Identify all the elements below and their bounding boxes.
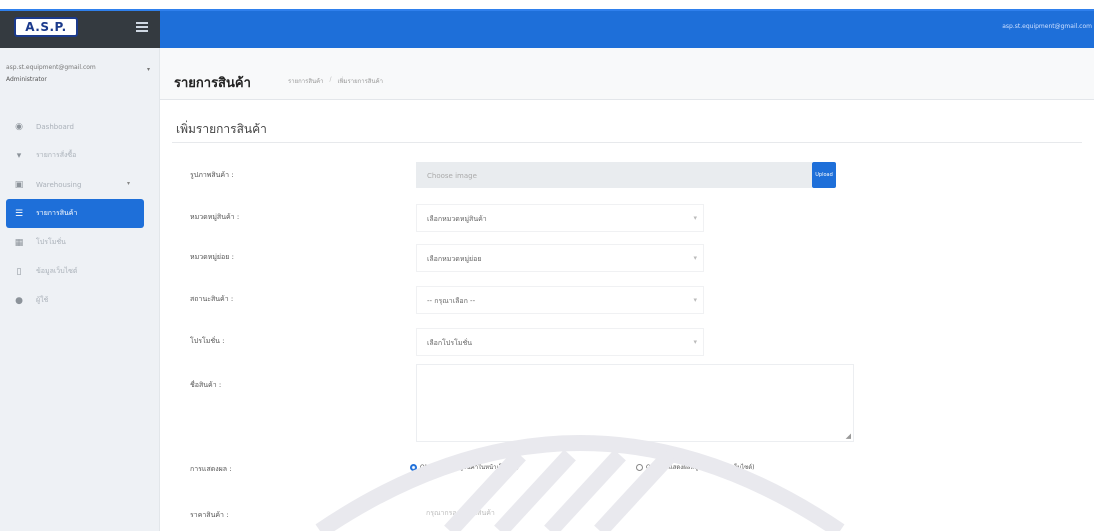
promo-label: โปรโมชั่น : (190, 337, 225, 345)
radio-checked-icon (410, 463, 417, 471)
display-on-label: ON (แสดงผลหมู่สินค้าในหน้าเว็บไซต์) (420, 464, 520, 471)
promo-value: เลือกโปรโมชั่น (427, 339, 472, 347)
chevron-down-icon: ▾ (693, 296, 697, 304)
chevron-down-icon: ▾ (693, 214, 697, 222)
radio-unchecked-icon (636, 463, 643, 471)
chevron-down-icon: ▾ (126, 180, 130, 187)
status-label: สถานะสินค้า : (190, 295, 234, 303)
promo-select[interactable]: เลือกโปรโมชั่น ▾ (416, 328, 704, 356)
list-icon: ☰ (14, 208, 24, 219)
sidebar-item-label: ผู้ใช้ (36, 296, 49, 304)
product-name-textarea[interactable]: ◢ (416, 364, 854, 442)
sidebar-item-label: รายการสินค้า (36, 209, 78, 217)
category-select[interactable]: เลือกหมวดหมู่สินค้า ▾ (416, 204, 704, 232)
card-divider (172, 142, 1082, 143)
upload-button[interactable]: Upload (812, 162, 836, 188)
sidebar-item-users[interactable]: ● ผู้ใช้ (0, 286, 160, 315)
sidebar-item-label: Dashboard (36, 122, 74, 131)
status-value: -- กรุณาเลือก -- (427, 297, 476, 305)
sidebar-item-website[interactable]: ▯ ข้อมูลเว็บไซต์ (0, 257, 160, 286)
user-panel[interactable]: asp.st.equipment@gmail.com Administrator… (6, 64, 154, 83)
status-select[interactable]: -- กรุณาเลือก -- ▾ (416, 286, 704, 314)
sidebar-user-role: Administrator (6, 76, 47, 83)
image-label: รูปภาพสินค้า : (190, 171, 234, 179)
resize-grip-icon[interactable]: ◢ (846, 432, 851, 440)
price-input[interactable]: กรุณากรอกราคาสินค้า (426, 508, 495, 519)
chevron-down-icon: ▾ (693, 254, 697, 262)
inventory-icon: ▣ (14, 179, 24, 190)
category-value: เลือกหมวดหมู่สินค้า (427, 215, 487, 223)
image-file-input[interactable]: Choose image (416, 162, 812, 188)
price-label: ราคาสินค้า : (190, 511, 229, 519)
name-label: ชื่อสินค้า : (190, 381, 222, 389)
chevron-down-icon: ▾ (693, 338, 697, 346)
navbar-top-line (0, 9, 1094, 11)
page-title: รายการสินค้า (174, 76, 251, 91)
news-icon: ▦ (14, 237, 24, 248)
navbar-user-email[interactable]: asp.st.equipment@gmail.com (1002, 23, 1092, 30)
content-header: รายการสินค้า รายการสินค้า / เพิ่มรายการส… (160, 48, 1094, 100)
image-placeholder: Choose image (427, 172, 477, 180)
subcategory-value: เลือกหมวดหมู่ย่อย (427, 255, 482, 263)
add-product-card: เพิ่มรายการสินค้า รูปภาพสินค้า : Choose … (160, 100, 1094, 531)
sidebar-item-orders[interactable]: ▾ รายการสั่งซื้อ (0, 141, 160, 170)
user-icon: ● (15, 295, 23, 306)
mobile-icon: ▯ (16, 266, 22, 277)
display-label: การแสดงผล : (190, 465, 232, 473)
breadcrumb-item-current: เพิ่มรายการสินค้า (337, 78, 383, 85)
sidebar-item-label: Warehousing (36, 180, 82, 189)
cart-icon: ▾ (16, 150, 22, 161)
sidebar-item-label: ข้อมูลเว็บไซต์ (36, 267, 78, 275)
display-off-label: OFF (ไม่แสดงผลหมู่สินค้าในหน้าเว็บไซต์) (646, 464, 755, 471)
sidebar-user-email: asp.st.equipment@gmail.com (6, 64, 96, 71)
menu-toggle-icon[interactable] (136, 22, 148, 32)
breadcrumb-separator: / (329, 76, 332, 83)
card-title: เพิ่มรายการสินค้า (176, 122, 267, 136)
sidebar: asp.st.equipment@gmail.com Administrator… (0, 48, 160, 531)
sidebar-item-dashboard[interactable]: ◉ Dashboard (0, 112, 160, 141)
sidebar-item-label: โปรโมชั่น (36, 238, 66, 246)
breadcrumb: รายการสินค้า / เพิ่มรายการสินค้า (288, 76, 383, 86)
breadcrumb-item-products[interactable]: รายการสินค้า (288, 76, 323, 86)
brand-logo[interactable]: A.S.P. (14, 17, 78, 37)
subcategory-label: หมวดหมู่ย่อย : (190, 253, 234, 261)
subcategory-select[interactable]: เลือกหมวดหมู่ย่อย ▾ (416, 244, 704, 272)
sidebar-nav: ◉ Dashboard ▾ รายการสั่งซื้อ ▣ Warehousi… (0, 112, 160, 315)
top-navbar: A.S.P. asp.st.equipment@gmail.com (0, 0, 1094, 48)
dashboard-icon: ◉ (15, 121, 23, 132)
chevron-down-icon[interactable]: ▾ (147, 66, 150, 73)
category-label: หมวดหมู่สินค้า : (190, 213, 240, 221)
display-off-radio[interactable]: OFF (ไม่แสดงผลหมู่สินค้าในหน้าเว็บไซต์) (636, 462, 754, 472)
sidebar-item-products[interactable]: ☰ รายการสินค้า (6, 199, 144, 228)
navbar-main (160, 9, 1094, 48)
sidebar-item-promotions[interactable]: ▦ โปรโมชั่น (0, 228, 160, 257)
sidebar-item-warehousing[interactable]: ▣ Warehousing ▾ (0, 170, 160, 199)
display-on-radio[interactable]: ON (แสดงผลหมู่สินค้าในหน้าเว็บไซต์) (410, 462, 519, 472)
sidebar-item-label: รายการสั่งซื้อ (36, 151, 77, 159)
